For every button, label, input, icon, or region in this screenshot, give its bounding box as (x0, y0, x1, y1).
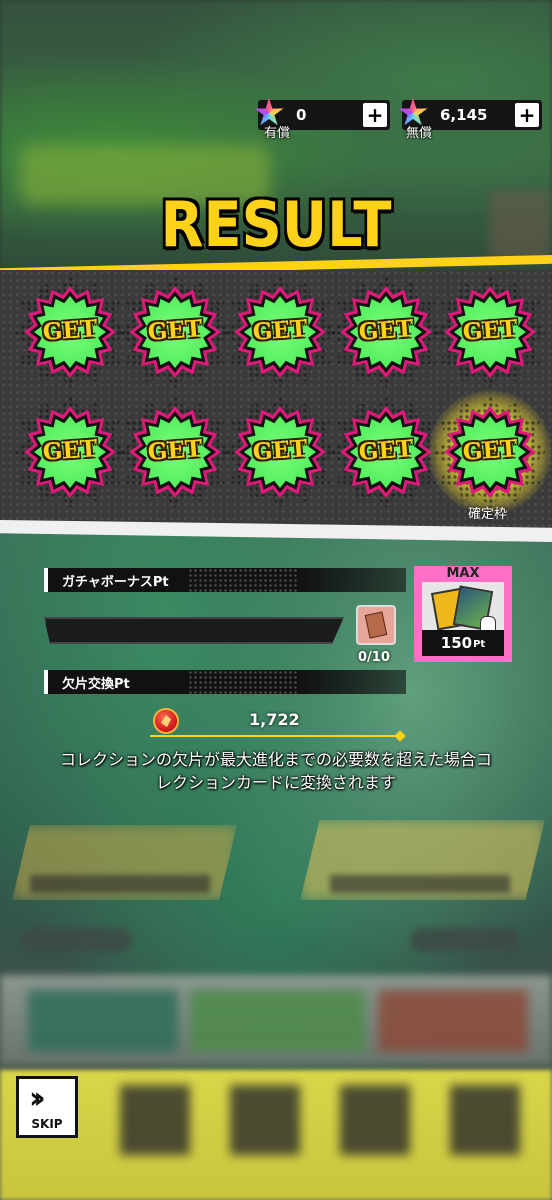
free-currency-label: 無償 (406, 126, 433, 141)
gacha-bonus-progress-bar (44, 617, 344, 644)
get-result-item[interactable]: GET (330, 396, 442, 508)
result-title: RESULT (160, 188, 392, 261)
fragment-card-icon (356, 605, 396, 645)
background-banner-card-blur (28, 990, 178, 1052)
get-result-item[interactable]: GET (224, 396, 336, 508)
background-banner-card-blur (378, 990, 528, 1052)
fragment-exchange-value: 1,722 (249, 710, 300, 729)
skip-arrows-icon: ›› (29, 1081, 45, 1116)
background-bar-blur (30, 875, 210, 893)
max-reward-points-unit: Pt (473, 639, 486, 650)
max-label: MAX (446, 566, 480, 581)
paid-currency-value: 0 (296, 106, 307, 124)
conversion-notice: コレクションの欠片が最大進化までの必要数を超えた場合コ レクションカードに変換さ… (30, 748, 522, 794)
get-result-item[interactable]: GET (119, 396, 231, 508)
gacha-bonus-header: ガチャボーナスPt (44, 568, 406, 592)
get-result-item[interactable]: GET (330, 276, 442, 388)
gacha-bonus-header-label: ガチャボーナスPt (62, 574, 169, 590)
conversion-notice-line-2: レクションカードに変換されます (155, 773, 396, 792)
background-footer-icon-blur (340, 1085, 410, 1155)
get-result-item[interactable]: GET (119, 276, 231, 388)
background-pill-blur (410, 928, 520, 952)
add-free-currency-button[interactable]: + (515, 103, 539, 127)
background-footer-icon-blur (120, 1085, 190, 1155)
fragment-exchange-underline (150, 735, 402, 737)
get-result-item-guaranteed[interactable]: GET (428, 390, 552, 514)
background-bar-blur (330, 875, 510, 893)
max-reward-box[interactable]: MAX 150 Pt (414, 566, 512, 662)
background-footer-icon-blur (450, 1085, 520, 1155)
get-result-item[interactable]: GET (14, 276, 126, 388)
guaranteed-slot-label: 確定枠 (468, 507, 508, 522)
skip-label: SKIP (31, 1117, 63, 1131)
get-result-item[interactable]: GET (434, 276, 546, 388)
conversion-notice-line-1: コレクションの欠片が最大進化までの必要数を超えた場合コ (59, 750, 492, 769)
skip-button[interactable]: ›› SKIP (16, 1076, 78, 1138)
background-footer-icon-blur (230, 1085, 300, 1155)
fragment-exchange-header-label: 欠片交換Pt (62, 676, 130, 692)
fragment-coin-icon (153, 708, 179, 734)
gacha-bonus-count: 0/10 (358, 650, 390, 665)
get-result-item[interactable]: GET (224, 276, 336, 388)
max-reward-points: 150 Pt (422, 630, 504, 656)
max-reward-points-value: 150 (440, 634, 473, 652)
background-banner-card-blur (190, 990, 365, 1052)
add-paid-currency-button[interactable]: + (363, 103, 387, 127)
paid-currency-label: 有償 (264, 126, 291, 141)
free-currency-value: 6,145 (440, 106, 488, 124)
get-result-item[interactable]: GET (14, 396, 126, 508)
background-pill-blur (22, 928, 132, 952)
fragment-exchange-header: 欠片交換Pt (44, 670, 406, 694)
